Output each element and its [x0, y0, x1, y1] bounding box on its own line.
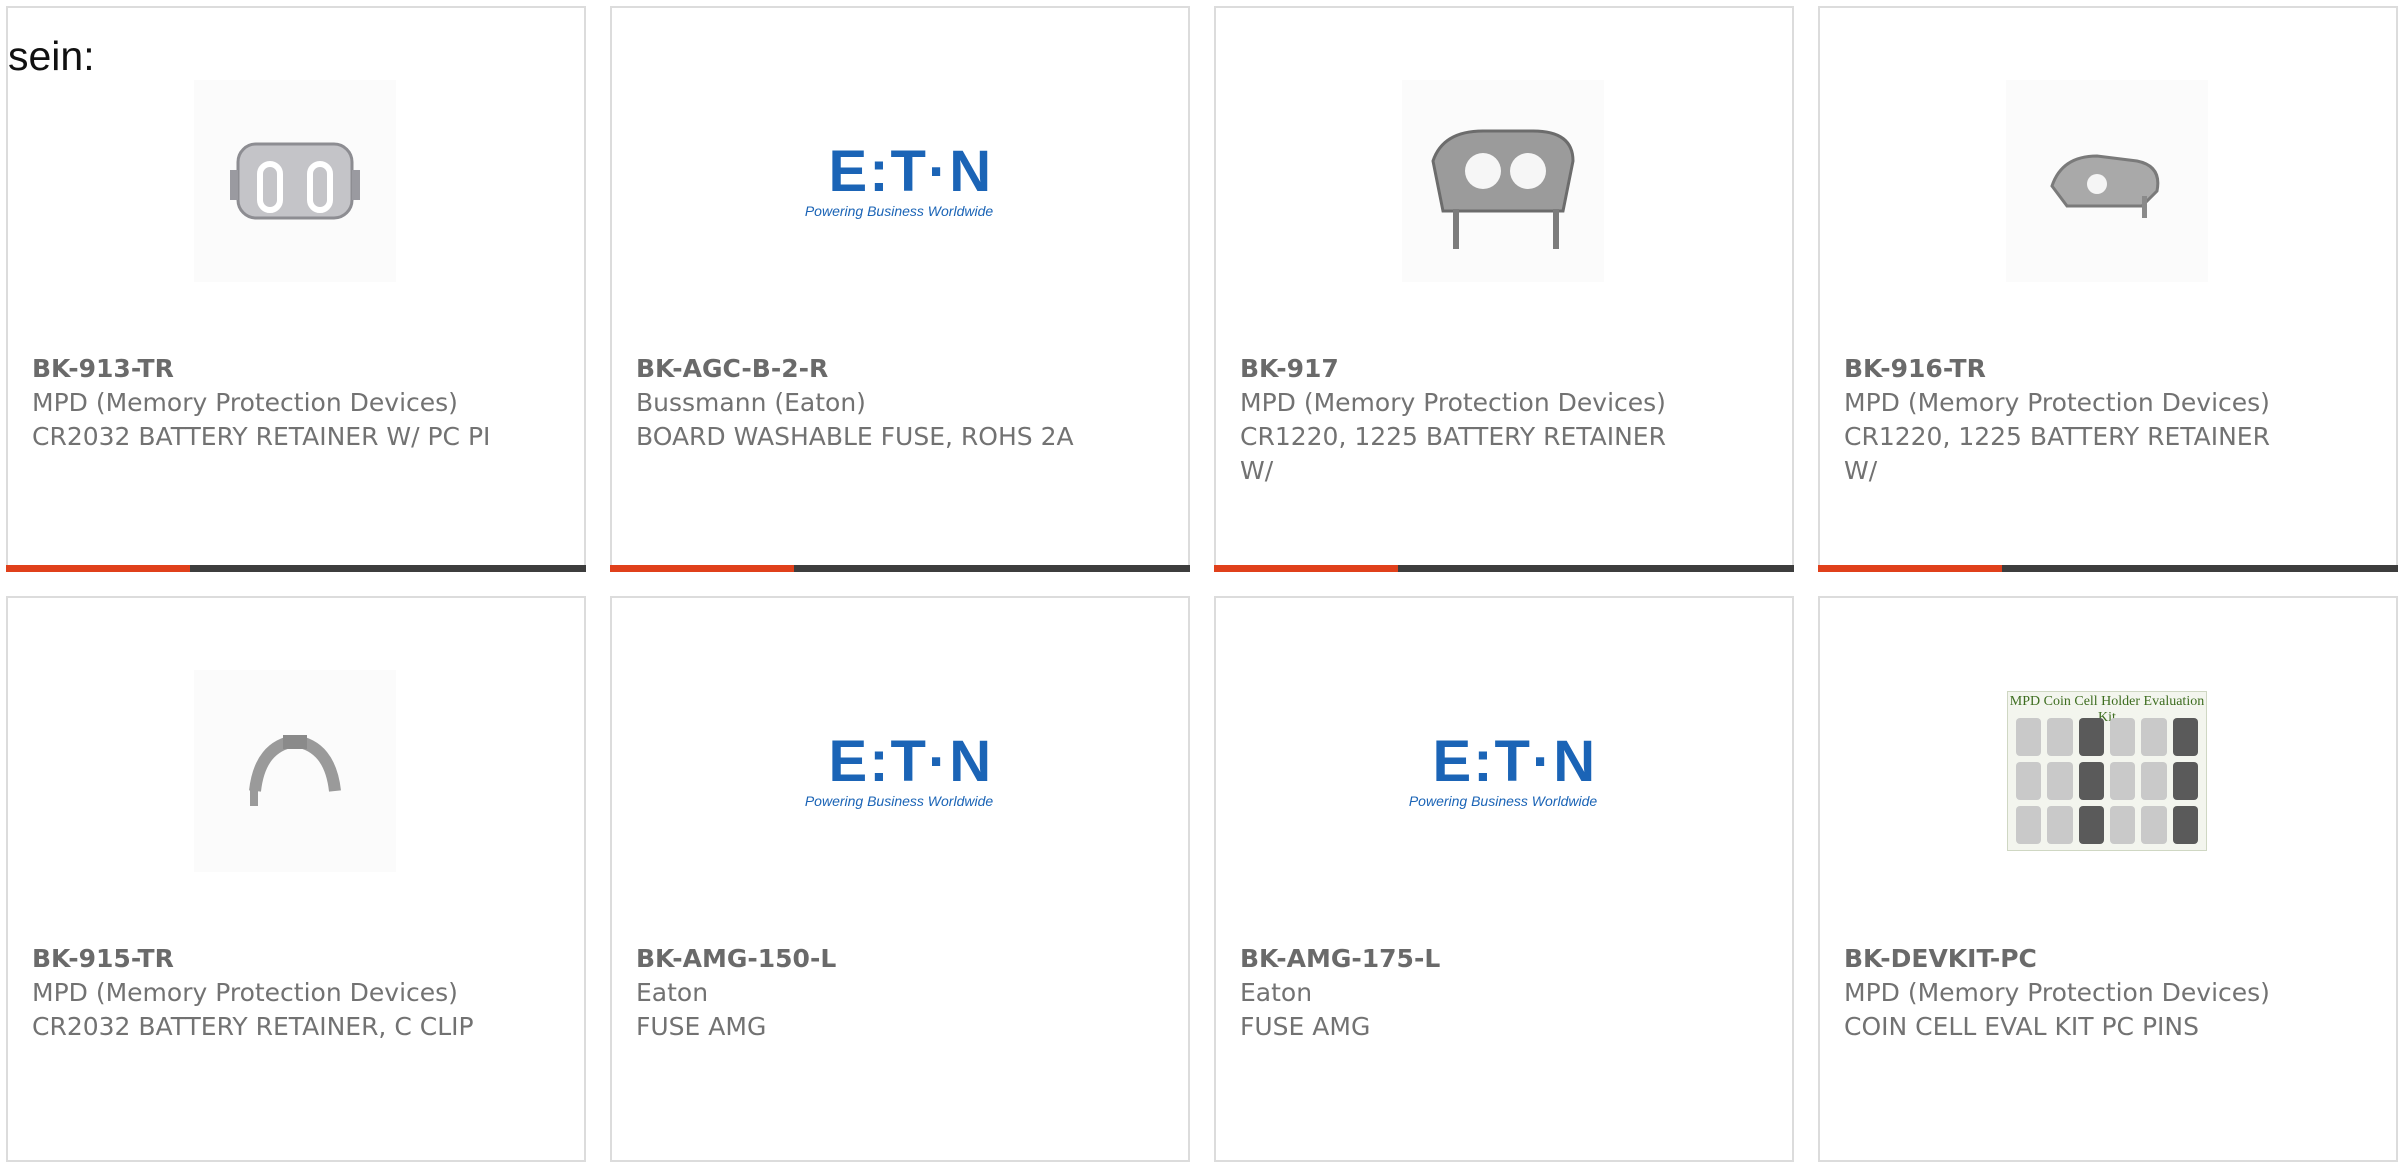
- battery-retainer-913-image: [230, 142, 360, 220]
- kit-cells: [2016, 718, 2198, 844]
- product-image[interactable]: MPD Coin Cell Holder Evaluation Kit: [2006, 670, 2208, 872]
- coin-cell-kit-image: MPD Coin Cell Holder Evaluation Kit: [2007, 691, 2207, 851]
- card-footer-bar: [1214, 565, 1794, 572]
- manufacturer: MPD (Memory Protection Devices): [1844, 978, 2270, 1007]
- card-footer-bar: [1818, 565, 2398, 572]
- part-number[interactable]: BK-AMG-175-L: [1240, 942, 1700, 976]
- product-image[interactable]: E:T·N Powering Business Worldwide: [798, 80, 1000, 282]
- description: CR2032 BATTERY RETAINER, C CLIP: [32, 1012, 474, 1041]
- description: CR1220, 1225 BATTERY RETAINER W/: [1240, 422, 1666, 485]
- part-number[interactable]: BK-AMG-150-L: [636, 942, 1096, 976]
- eaton-logo: E:T·N Powering Business Worldwide: [804, 139, 994, 220]
- manufacturer: Eaton: [1240, 978, 1313, 1007]
- manufacturer: Bussmann (Eaton): [636, 388, 866, 417]
- card-accent: [610, 565, 794, 572]
- part-number[interactable]: BK-913-TR: [32, 352, 492, 386]
- part-number[interactable]: BK-DEVKIT-PC: [1844, 942, 2304, 976]
- battery-clip-915-image: [249, 734, 341, 806]
- product-card[interactable]: MPD Coin Cell Holder Evaluation Kit BK-D…: [1818, 596, 2398, 1162]
- part-number[interactable]: BK-917: [1240, 352, 1700, 386]
- description: FUSE AMG: [1240, 1012, 1371, 1041]
- product-card[interactable]: E:T·N Powering Business Worldwide BK-AGC…: [610, 6, 1190, 572]
- eaton-logo: E:T·N Powering Business Worldwide: [1408, 729, 1598, 810]
- product-image[interactable]: [194, 80, 396, 282]
- card-accent: [1818, 565, 2002, 572]
- card-footer-bar: [6, 565, 586, 572]
- description: CR2032 BATTERY RETAINER W/ PC PI: [32, 422, 491, 451]
- eaton-logo-tagline: Powering Business Worldwide: [804, 793, 994, 809]
- product-image[interactable]: [194, 670, 396, 872]
- product-image[interactable]: E:T·N Powering Business Worldwide: [798, 670, 1000, 872]
- manufacturer: MPD (Memory Protection Devices): [1240, 388, 1666, 417]
- card-accent: [1214, 565, 1398, 572]
- eaton-logo: E:T·N Powering Business Worldwide: [804, 729, 994, 810]
- part-number[interactable]: BK-916-TR: [1844, 352, 2304, 386]
- eaton-logo-mark: E:T·N: [828, 729, 994, 794]
- product-image[interactable]: E:T·N Powering Business Worldwide: [1402, 670, 1604, 872]
- eaton-logo-tagline: Powering Business Worldwide: [804, 203, 994, 219]
- product-card[interactable]: E:T·N Powering Business Worldwide BK-AMG…: [1214, 596, 1794, 1162]
- eaton-logo-tagline: Powering Business Worldwide: [1408, 793, 1598, 809]
- product-image[interactable]: [2006, 80, 2208, 282]
- card-footer-bar: [610, 565, 1190, 572]
- product-image[interactable]: [1402, 80, 1604, 282]
- manufacturer: MPD (Memory Protection Devices): [32, 388, 458, 417]
- battery-retainer-917-image: [1431, 129, 1575, 249]
- card-accent: [6, 565, 190, 572]
- manufacturer: Eaton: [636, 978, 709, 1007]
- product-card[interactable]: BK-913-TR MPD (Memory Protection Devices…: [6, 6, 586, 572]
- description: CR1220, 1225 BATTERY RETAINER W/: [1844, 422, 2270, 485]
- product-card[interactable]: BK-916-TR MPD (Memory Protection Devices…: [1818, 6, 2398, 572]
- product-card[interactable]: BK-917 MPD (Memory Protection Devices) C…: [1214, 6, 1794, 572]
- manufacturer: MPD (Memory Protection Devices): [1844, 388, 2270, 417]
- description: FUSE AMG: [636, 1012, 767, 1041]
- part-number[interactable]: BK-915-TR: [32, 942, 492, 976]
- battery-retainer-916-image: [2050, 154, 2160, 218]
- product-card[interactable]: E:T·N Powering Business Worldwide BK-AMG…: [610, 596, 1190, 1162]
- product-card[interactable]: BK-915-TR MPD (Memory Protection Devices…: [6, 596, 586, 1162]
- description: COIN CELL EVAL KIT PC PINS: [1844, 1012, 2199, 1041]
- manufacturer: MPD (Memory Protection Devices): [32, 978, 458, 1007]
- description: BOARD WASHABLE FUSE, ROHS 2A: [636, 422, 1074, 451]
- intro-text: sein:: [8, 33, 95, 79]
- eaton-logo-mark: E:T·N: [828, 139, 994, 204]
- eaton-logo-mark: E:T·N: [1432, 729, 1598, 794]
- part-number[interactable]: BK-AGC-B-2-R: [636, 352, 1096, 386]
